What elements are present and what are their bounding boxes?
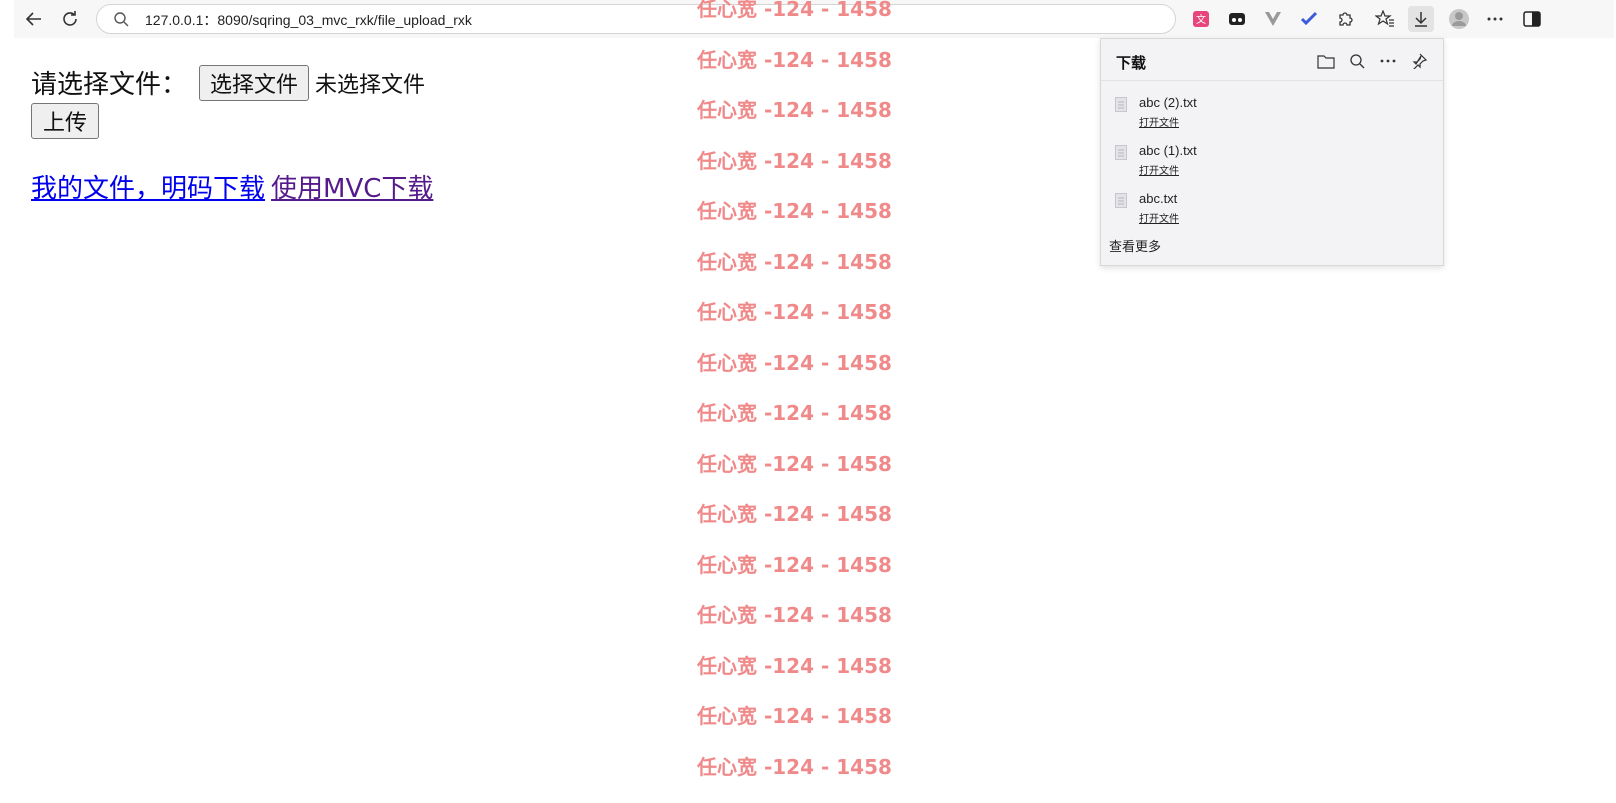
more-options-icon[interactable] (1482, 6, 1508, 32)
open-file-link[interactable]: 打开文件 (1139, 114, 1179, 129)
download-item[interactable]: abc.txt 打开文件 (1101, 183, 1443, 231)
choose-file-button[interactable]: 选择文件 (199, 64, 310, 101)
see-more-link[interactable]: 查看更多 (1109, 236, 1161, 255)
download-file-name: abc.txt (1139, 191, 1178, 206)
plain-download-link[interactable]: 我的文件，明码下载 (31, 174, 265, 204)
translate-extension-icon[interactable]: 文 (1188, 6, 1214, 32)
open-file-link[interactable]: 打开文件 (1139, 162, 1179, 177)
watermark-text: 任心宽 -124 - 1458 (697, 754, 892, 779)
open-file-link[interactable]: 打开文件 (1139, 210, 1179, 225)
download-item[interactable]: abc (1).txt 打开文件 (1101, 135, 1443, 183)
downloads-panel: 下载 abc (2).txt 打开文件 abc (1).txt 打开文件 abc… (1100, 38, 1444, 266)
back-arrow-icon (25, 12, 41, 26)
check-extension-icon[interactable] (1296, 6, 1322, 32)
watermark-text: 任心宽 -124 - 1458 (697, 451, 892, 476)
watermark-text: 任心宽 -124 - 1458 (697, 502, 892, 526)
favorites-icon[interactable] (1372, 6, 1398, 32)
watermark-text: 任心宽 -124 - 1458 (697, 98, 892, 122)
download-file-name: abc (1).txt (1139, 143, 1197, 158)
game-extension-icon[interactable] (1224, 6, 1250, 32)
watermark-text: 任心宽 -124 - 1458 (697, 0, 892, 21)
search-icon (113, 11, 129, 31)
back-button[interactable] (20, 5, 48, 33)
no-file-chosen-text: 未选择文件 (315, 72, 426, 98)
download-links: 我的文件，明码下载 使用MVC下载 (31, 168, 433, 205)
pin-icon[interactable] (1409, 51, 1429, 71)
watermark-text: 任心宽 -124 - 1458 (697, 552, 892, 577)
watermark-text: 任心宽 -124 - 1458 (697, 704, 892, 728)
browser-window: 127.0.0.1：8090/sqring_03_mvc_rxk/file_up… (0, 0, 1616, 803)
watermark-text: 任心宽 -124 - 1458 (697, 603, 892, 627)
downloads-icon[interactable] (1408, 6, 1434, 32)
sidebar-toggle-icon[interactable] (1519, 6, 1545, 32)
watermark-text: 任心宽 -124 - 1458 (697, 199, 892, 223)
watermark-text: 任心宽 -124 - 1458 (697, 47, 892, 72)
extensions-puzzle-icon[interactable] (1332, 6, 1358, 32)
watermark-text: 任心宽 -124 - 1458 (697, 249, 892, 274)
downloads-header: 下载 (1101, 39, 1443, 81)
select-file-label: 请选择文件： (31, 70, 188, 100)
text-file-icon (1115, 97, 1127, 116)
download-item[interactable]: abc (2).txt 打开文件 (1101, 87, 1443, 135)
open-folder-icon[interactable] (1316, 51, 1336, 71)
refresh-button[interactable] (56, 5, 84, 33)
downloads-title: 下载 (1116, 54, 1147, 72)
downloads-more-icon[interactable] (1378, 51, 1398, 71)
mvc-download-link[interactable]: 使用MVC下载 (271, 174, 433, 204)
url-text[interactable]: 127.0.0.1：8090/sqring_03_mvc_rxk/file_up… (145, 10, 472, 30)
svg-text:文: 文 (1196, 13, 1206, 26)
upload-button[interactable]: 上传 (31, 103, 100, 139)
watermark-text: 任心宽 -124 - 1458 (697, 401, 892, 425)
watermark-text: 任心宽 -124 - 1458 (697, 300, 892, 324)
text-file-icon (1115, 193, 1127, 212)
watermark-column: 任心宽 -124 - 1458 任心宽 -124 - 1458 任心宽 -124 -… (697, 0, 892, 800)
text-file-icon (1115, 145, 1127, 164)
vue-extension-icon[interactable] (1260, 6, 1286, 32)
upload-form: 请选择文件： 选择文件 未选择文件 (31, 64, 425, 101)
download-file-name: abc (2).txt (1139, 95, 1197, 110)
refresh-icon (63, 11, 77, 26)
profile-avatar-icon[interactable] (1446, 6, 1472, 32)
watermark-text: 任心宽 -124 - 1458 (697, 350, 892, 375)
address-bar[interactable]: 127.0.0.1：8090/sqring_03_mvc_rxk/file_up… (96, 4, 1176, 34)
watermark-text: 任心宽 -124 - 1458 (697, 653, 892, 678)
search-downloads-icon[interactable] (1347, 51, 1367, 71)
watermark-text: 任心宽 -124 - 1458 (697, 148, 892, 173)
